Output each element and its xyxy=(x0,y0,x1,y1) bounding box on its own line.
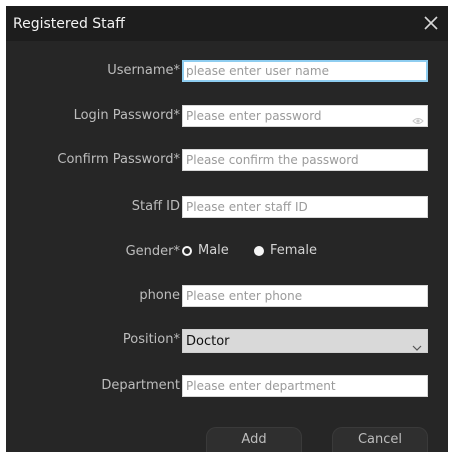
confirm-password-label: Confirm Password* xyxy=(57,152,180,167)
cancel-button[interactable]: Cancel xyxy=(332,427,428,452)
staff-id-row: Staff ID xyxy=(6,196,448,218)
radio-unchecked-icon xyxy=(254,246,264,256)
eye-icon[interactable] xyxy=(412,111,424,124)
username-input[interactable] xyxy=(182,60,428,82)
position-row: Position* Doctor xyxy=(6,329,448,353)
gender-row: Gender* Male Female xyxy=(6,241,448,263)
department-label: Department xyxy=(101,378,180,393)
add-button[interactable]: Add xyxy=(206,427,302,452)
radio-checked-icon xyxy=(182,246,192,256)
position-label: Position* xyxy=(122,332,180,347)
username-row: Username* xyxy=(6,60,448,82)
confirm-password-row: Confirm Password* xyxy=(6,149,448,171)
dialog-titlebar: Registered Staff xyxy=(6,6,448,41)
registered-staff-dialog: Registered Staff Username* Login Passwor… xyxy=(6,6,448,452)
login-password-row: Login Password* xyxy=(6,105,448,127)
gender-male-label: Male xyxy=(198,243,229,258)
department-input[interactable] xyxy=(182,375,428,397)
department-row: Department xyxy=(6,375,448,397)
gender-label: Gender* xyxy=(125,244,180,259)
username-label: Username* xyxy=(107,63,180,78)
gender-radio-group: Male Female xyxy=(182,241,432,263)
phone-row: phone xyxy=(6,285,448,307)
staff-id-input[interactable] xyxy=(182,196,428,218)
login-password-label: Login Password* xyxy=(73,108,180,123)
position-select[interactable]: Doctor xyxy=(182,329,428,353)
confirm-password-input[interactable] xyxy=(182,149,428,171)
dialog-title: Registered Staff xyxy=(13,16,125,32)
chevron-down-icon xyxy=(412,337,422,351)
phone-label: phone xyxy=(139,288,180,303)
close-icon[interactable] xyxy=(418,10,444,36)
phone-input[interactable] xyxy=(182,285,428,307)
position-selected-value: Doctor xyxy=(186,334,230,349)
gender-female-label: Female xyxy=(270,243,318,258)
staff-id-label: Staff ID xyxy=(131,199,180,214)
login-password-input[interactable] xyxy=(182,105,428,127)
